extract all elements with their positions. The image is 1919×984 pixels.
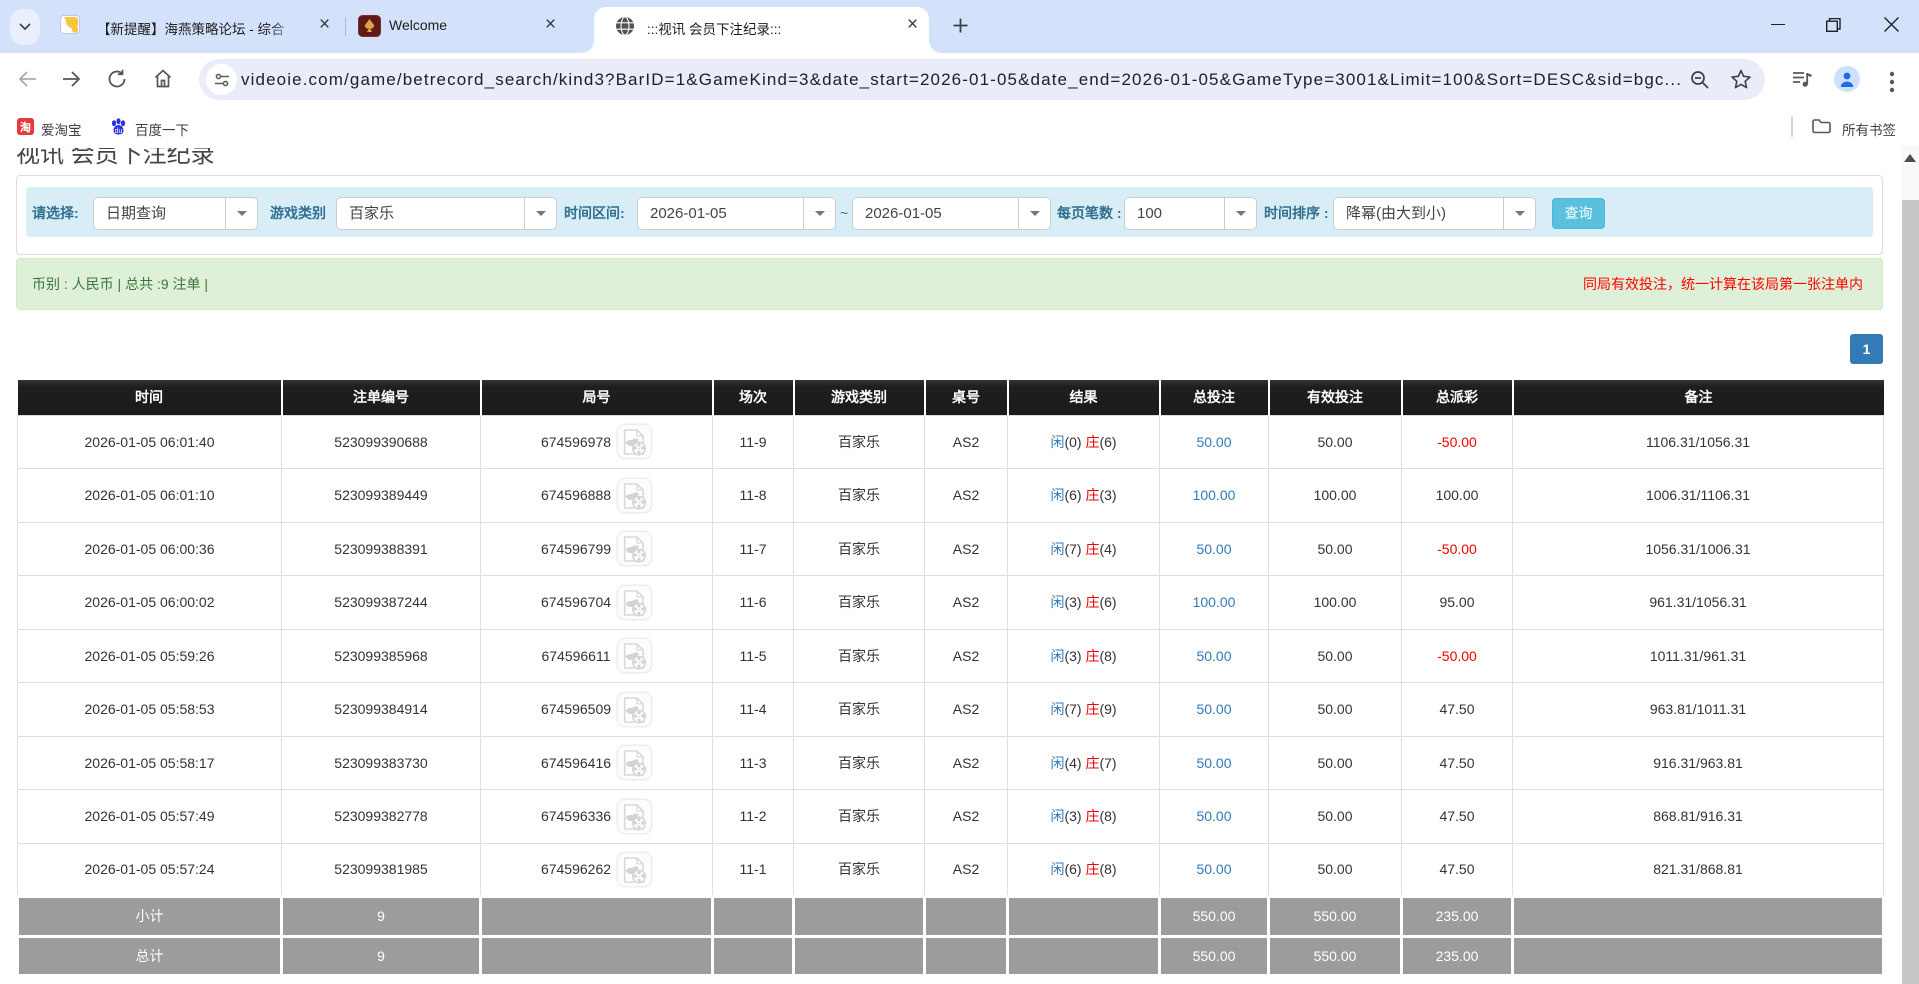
svg-text:淘: 淘 xyxy=(20,120,31,134)
svg-text:du: du xyxy=(115,128,123,135)
